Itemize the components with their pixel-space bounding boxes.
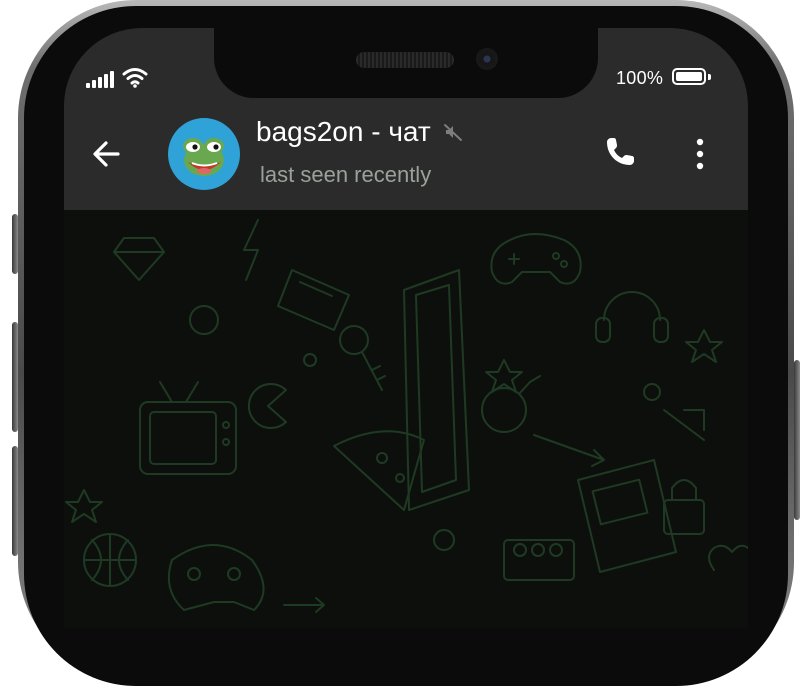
doodle-pattern	[65, 219, 748, 613]
heart-doodle	[708, 544, 748, 571]
contact-name-text: bags2on - чат	[256, 116, 431, 147]
lightning-doodle	[243, 219, 259, 281]
frog-avatar-icon	[183, 138, 224, 176]
contact-name[interactable]: bags2on - чат	[256, 116, 463, 148]
cartridge-doodle	[277, 269, 350, 331]
back-button[interactable]	[88, 136, 124, 172]
more-options-button[interactable]	[688, 134, 712, 174]
front-camera	[476, 48, 498, 70]
arrow-doodle	[533, 434, 605, 467]
chat-wallpaper	[64, 210, 748, 628]
handheld-doodle	[577, 459, 677, 573]
diamond-doodle	[113, 237, 165, 281]
phone-screen: 100% bags2on - чат last seen recently	[64, 28, 748, 628]
avatar[interactable]	[168, 118, 240, 190]
phone-call-button[interactable]	[602, 134, 638, 170]
battery-icon	[672, 68, 706, 85]
muted-speaker-icon	[443, 124, 462, 141]
pacman-doodle	[247, 383, 287, 429]
wifi-icon	[122, 68, 148, 88]
battery-percent: 100%	[616, 68, 664, 88]
side-button-low	[12, 446, 18, 556]
side-button-right	[794, 360, 800, 520]
side-button-top	[12, 214, 18, 274]
star-doodle	[65, 489, 103, 523]
battery-tip	[708, 74, 711, 80]
status-bar: 100%	[64, 28, 748, 112]
pizza-doodle	[333, 430, 425, 511]
chat-header: bags2on - чат last seen recently	[64, 112, 748, 210]
key-doodle	[339, 325, 369, 355]
side-button-mid	[12, 322, 18, 432]
earpiece-speaker	[356, 52, 454, 68]
last-seen-status: last seen recently	[260, 162, 432, 187]
headphones-doodle	[603, 291, 661, 321]
joystick-doodle	[168, 544, 265, 611]
gamepad-doodle	[490, 233, 582, 285]
signal-icon	[86, 70, 118, 88]
notch	[214, 28, 598, 98]
